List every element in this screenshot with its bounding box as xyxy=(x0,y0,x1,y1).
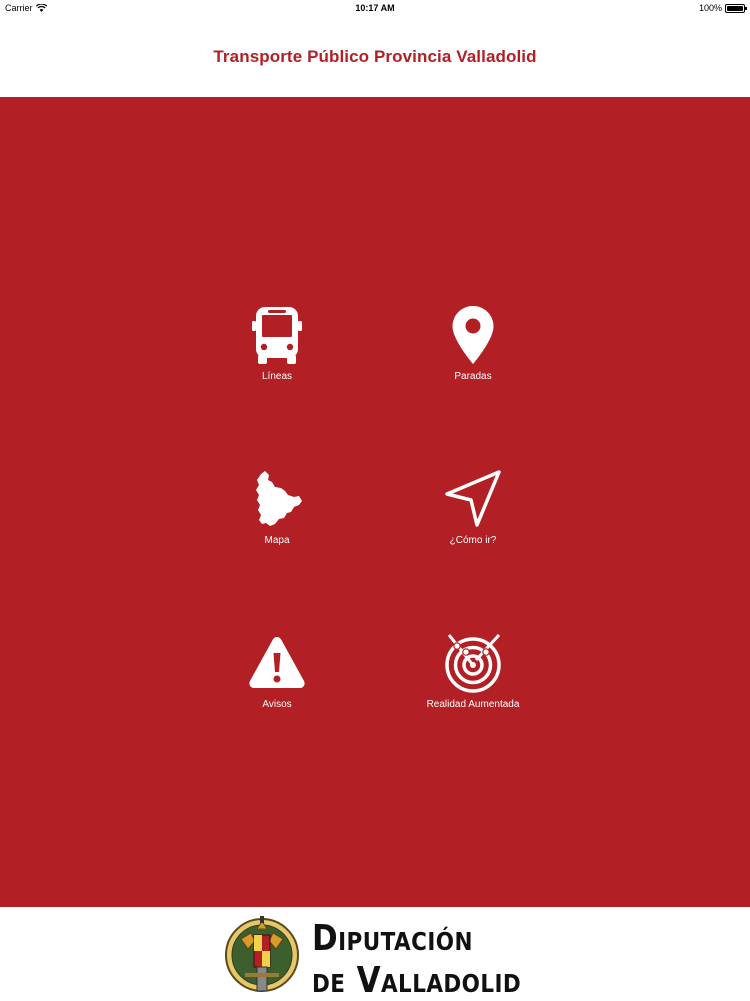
menu-label-lineas: Líneas xyxy=(261,371,293,382)
nav-header: Transporte Público Provincia Valladolid xyxy=(0,16,750,97)
menu-item-lineas[interactable]: Líneas xyxy=(207,305,347,395)
brand-line-1: Diputación xyxy=(312,918,473,959)
footer: Diputación de Valladolid xyxy=(0,907,750,1000)
menu-label-realidad-aumentada: Realidad Aumentada xyxy=(426,699,520,710)
status-time: 10:17 AM xyxy=(355,3,395,13)
battery-percent: 100% xyxy=(698,3,722,13)
brand-line-2: de Valladolid xyxy=(312,960,522,1001)
warning-icon xyxy=(249,637,305,688)
province-map-icon xyxy=(256,471,302,526)
menu-label-paradas: Paradas xyxy=(454,371,492,382)
coat-of-arms-logo xyxy=(225,916,299,992)
menu-item-realidad-aumentada[interactable]: Realidad Aumentada xyxy=(403,633,543,723)
bus-icon xyxy=(252,307,302,364)
menu-item-como-ir[interactable]: ¿Cómo ir? xyxy=(403,469,543,559)
status-bar: Carrier 10:17 AM 100% xyxy=(0,0,750,16)
navigation-arrow-icon xyxy=(445,470,501,527)
page-title: Transporte Público Provincia Valladolid xyxy=(213,46,537,66)
menu-label-avisos: Avisos xyxy=(262,699,292,710)
menu-item-avisos[interactable]: Avisos xyxy=(207,633,347,723)
menu-item-paradas[interactable]: Paradas xyxy=(403,305,543,395)
menu-label-mapa: Mapa xyxy=(264,535,290,546)
brand-wordmark: Diputación de Valladolid xyxy=(312,921,555,999)
menu-label-como-ir: ¿Cómo ir? xyxy=(449,535,497,546)
main-menu-panel: Líneas Paradas Mapa ¿Cómo ir? Avisos Rea… xyxy=(0,97,750,907)
map-pin-icon xyxy=(452,306,494,364)
battery-icon xyxy=(725,3,747,13)
menu-item-mapa[interactable]: Mapa xyxy=(207,469,347,559)
status-right: 100% xyxy=(698,3,747,13)
radar-icon xyxy=(445,633,501,693)
